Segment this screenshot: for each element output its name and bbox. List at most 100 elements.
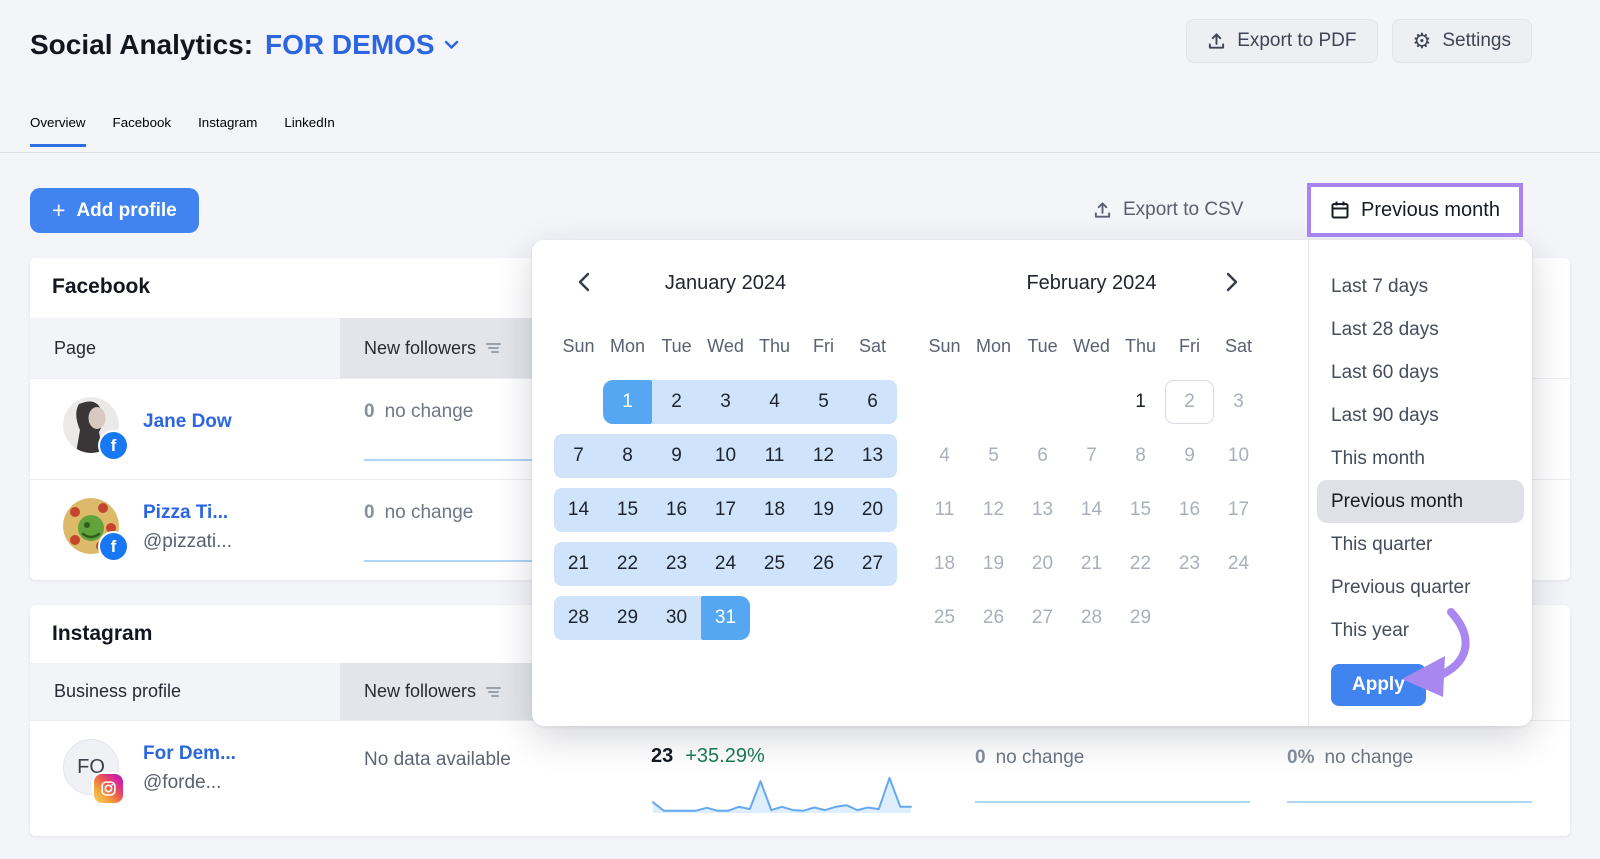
profile-link[interactable]: Pizza Ti...: [143, 502, 228, 524]
calendar-day[interactable]: 1: [603, 380, 652, 424]
calendar-day[interactable]: 25: [750, 542, 799, 586]
profile-link[interactable]: For Dem...: [143, 743, 236, 765]
calendar-day[interactable]: 5: [799, 380, 848, 424]
calendar-day: 4: [939, 445, 950, 466]
metric-value: 0: [364, 401, 375, 422]
calendar-day[interactable]: 27: [848, 542, 897, 586]
date-picker-popup: January 2024 Sun Mon Tue Wed Thu Fri Sat 1 2 3 4 5 6 7…: [532, 240, 1532, 726]
calendar-day[interactable]: 26: [799, 542, 848, 586]
calendar-day[interactable]: 24: [701, 542, 750, 586]
calendar-day[interactable]: 15: [603, 488, 652, 532]
calendar-day-empty: [554, 380, 603, 424]
calendar-day[interactable]: 28: [554, 596, 603, 640]
calendar-day[interactable]: 2: [1165, 380, 1214, 424]
calendar-day[interactable]: 6: [848, 380, 897, 424]
flat-sparkline: [975, 801, 1250, 803]
preset-last-60-days[interactable]: Last 60 days: [1317, 351, 1524, 394]
calendar-day[interactable]: 17: [701, 488, 750, 532]
calendar-day: 15: [1129, 499, 1152, 520]
tab-linkedin[interactable]: LinkedIn: [284, 115, 334, 147]
weekday-label: Tue: [661, 336, 692, 356]
preset-this-quarter[interactable]: This quarter: [1317, 523, 1524, 566]
project-name: FOR DEMOS: [265, 29, 435, 60]
weekday-label: Wed: [1073, 336, 1110, 356]
calendar-day[interactable]: 18: [750, 488, 799, 532]
profile-link[interactable]: Jane Dow: [143, 411, 232, 433]
preset-previous-quarter[interactable]: Previous quarter: [1317, 566, 1524, 609]
preset-last-90-days[interactable]: Last 90 days: [1317, 394, 1524, 437]
preset-this-year[interactable]: This year: [1317, 609, 1524, 652]
weekday-label: Fri: [813, 336, 834, 356]
preset-this-month[interactable]: This month: [1317, 437, 1524, 480]
calendar-day: 23: [1178, 553, 1201, 574]
calendar-day[interactable]: 8: [603, 434, 652, 478]
project-selector[interactable]: FOR DEMOS: [265, 29, 459, 61]
calendar-day: 22: [1129, 553, 1152, 574]
calendar-day[interactable]: 20: [848, 488, 897, 532]
calendar-day: 19: [982, 553, 1005, 574]
calendar-day[interactable]: 30: [652, 596, 701, 640]
add-profile-label: Add profile: [76, 199, 177, 221]
calendar-day[interactable]: 31: [701, 596, 750, 640]
apply-button[interactable]: Apply: [1331, 664, 1426, 706]
calendar-day[interactable]: 11: [750, 434, 799, 478]
page-title: Social Analytics:: [30, 29, 254, 60]
calendar-day: 25: [933, 607, 956, 628]
calendar-day-empty: [1165, 596, 1214, 640]
calendar-day[interactable]: 12: [799, 434, 848, 478]
preset-last-7-days[interactable]: Last 7 days: [1317, 265, 1524, 308]
settings-button[interactable]: ⚙ Settings: [1391, 19, 1532, 63]
column-header-business-profile[interactable]: Business profile: [30, 663, 340, 720]
tab-facebook[interactable]: Facebook: [113, 115, 172, 147]
calendar-day[interactable]: 1: [1116, 380, 1165, 424]
facebook-badge-icon: f: [100, 533, 127, 560]
preset-last-28-days[interactable]: Last 28 days: [1317, 308, 1524, 351]
preset-list: Last 7 days Last 28 days Last 60 days Last …: [1317, 265, 1524, 652]
facebook-section-title: Facebook: [52, 275, 151, 298]
calendar-day: 20: [1031, 553, 1054, 574]
upload-icon: [1094, 201, 1111, 218]
preset-previous-month[interactable]: Previous month: [1317, 480, 1524, 523]
add-profile-button[interactable]: + Add profile: [30, 188, 199, 233]
calendar-day[interactable]: 14: [554, 488, 603, 532]
calendar-month-title: February 2024: [1026, 272, 1157, 294]
calendar-grid: 1 2 3 4 5 6 7 8 9 10 11 12 13 14 15 16 17 18 19 20 21 22 23 24 2…: [554, 380, 897, 650]
tab-instagram[interactable]: Instagram: [198, 115, 257, 147]
calendar-day-empty: [1067, 380, 1116, 424]
calendar-day[interactable]: 7: [554, 434, 603, 478]
calendar-day[interactable]: 16: [652, 488, 701, 532]
weekday-label: Mon: [609, 336, 645, 356]
calendar-day[interactable]: 3: [701, 380, 750, 424]
calendar-week: 18 19 20 21 22 23 24: [920, 542, 1263, 586]
followers-change: +35.29%: [685, 745, 765, 767]
new-followers-value: No data available: [364, 749, 511, 770]
calendar-day-empty: [799, 596, 848, 640]
calendar-day: 9: [1184, 445, 1195, 466]
date-range-button[interactable]: Previous month: [1311, 187, 1519, 233]
calendar-day[interactable]: 21: [554, 542, 603, 586]
export-csv-button[interactable]: Export to CSV: [1093, 199, 1243, 221]
calendar-day[interactable]: 13: [848, 434, 897, 478]
calendar-day[interactable]: 4: [750, 380, 799, 424]
new-followers-metric: 0 no change: [364, 401, 473, 423]
profile-handle: @forde...: [143, 772, 222, 793]
calendar-week: 21 22 23 24 25 26 27: [554, 542, 897, 586]
date-presets-sidebar: Last 7 days Last 28 days Last 60 days Last …: [1308, 240, 1532, 726]
calendar-day[interactable]: 2: [652, 380, 701, 424]
calendar-grid: 1 2 3 4 5 6 7 8 9 10 11 12 13 14 15 16 17 18 19 20 21 22 23 24 2…: [920, 380, 1263, 650]
avatar: FO: [63, 739, 123, 803]
calendar-day[interactable]: 23: [652, 542, 701, 586]
metric-change: no change: [384, 502, 474, 523]
calendar-day[interactable]: 29: [603, 596, 652, 640]
calendar-day[interactable]: 9: [652, 434, 701, 478]
calendar-icon: [1331, 201, 1349, 219]
calendar-day[interactable]: 22: [603, 542, 652, 586]
tab-overview[interactable]: Overview: [30, 115, 86, 147]
calendar-day-empty: [1018, 380, 1067, 424]
export-pdf-button[interactable]: Export to PDF: [1186, 19, 1378, 63]
calendar-day[interactable]: 19: [799, 488, 848, 532]
calendar-day-empty: [969, 380, 1018, 424]
column-header-page[interactable]: Page: [30, 318, 340, 378]
weekday-label: Mon: [975, 336, 1011, 356]
calendar-day[interactable]: 10: [701, 434, 750, 478]
